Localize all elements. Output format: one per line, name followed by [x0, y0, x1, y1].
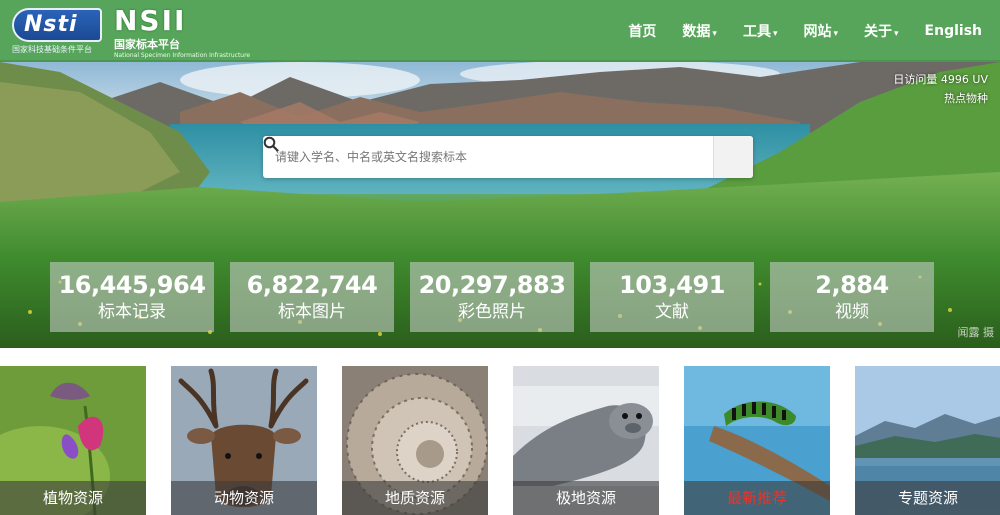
- nsii-logo-subtitle: 国家标本平台: [114, 37, 180, 51]
- counter-videos[interactable]: 2,884 视频: [770, 262, 934, 332]
- nav-data-label: 数据: [682, 24, 711, 40]
- nav-sites-label: 网站: [803, 24, 832, 40]
- nav-home[interactable]: 首页: [628, 21, 656, 41]
- category-label: 最新推荐: [684, 481, 830, 515]
- category-label: 地质资源: [342, 481, 488, 515]
- nav-about-label: 关于: [864, 24, 893, 40]
- category-label: 植物资源: [0, 481, 146, 515]
- category-label: 专题资源: [855, 481, 1000, 515]
- search-icon: [263, 136, 279, 152]
- daily-visits: 日访问量 4996 UV: [893, 73, 988, 86]
- category-latest[interactable]: 最新推荐: [684, 366, 830, 515]
- counter-row: 16,445,964 标本记录 6,822,744 标本图片 20,297,88…: [50, 262, 934, 332]
- nav-data[interactable]: 数据 ▾: [682, 21, 717, 41]
- nav-english[interactable]: English: [925, 23, 982, 39]
- nsii-logo[interactable]: NSII 国家标本平台 National Specimen Informatio…: [114, 3, 250, 59]
- counter-label: 视频: [835, 302, 869, 322]
- nsti-logo-subtitle: 国家科技基础条件平台: [12, 44, 92, 54]
- hero-banner: 日访问量 4996 UV 热点物种 16,445,964 标本记录 6,822,…: [0, 62, 1000, 348]
- category-plants[interactable]: 植物资源: [0, 366, 146, 515]
- search-button[interactable]: [263, 136, 753, 178]
- nsti-logo-mark: Nsti: [12, 7, 102, 42]
- caret-down-icon: ▾: [712, 29, 717, 39]
- category-animals[interactable]: 动物资源: [171, 366, 317, 515]
- site-stats: 日访问量 4996 UV 热点物种: [893, 70, 988, 108]
- category-label: 极地资源: [513, 481, 659, 515]
- hot-species-link[interactable]: 热点物种: [893, 89, 988, 108]
- photo-credit: 闻露 摄: [957, 326, 995, 339]
- nsti-logo[interactable]: Nsti 国家科技基础条件平台: [12, 6, 104, 56]
- nav-tools-label: 工具: [742, 24, 771, 40]
- nav-english-label: English: [924, 23, 982, 39]
- counter-value: 20,297,883: [418, 271, 566, 299]
- search-box: [263, 136, 753, 178]
- page: Nsti 国家科技基础条件平台 NSII 国家标本平台 National Spe…: [0, 0, 1000, 515]
- caret-down-icon: ▾: [894, 29, 899, 39]
- logo-group[interactable]: Nsti 国家科技基础条件平台 NSII 国家标本平台 National Spe…: [12, 3, 250, 59]
- counter-label: 彩色照片: [458, 302, 526, 322]
- counter-color-photos[interactable]: 20,297,883 彩色照片: [410, 262, 574, 332]
- nsii-logo-english: National Specimen Information Infrastruc…: [114, 51, 251, 59]
- nav-about[interactable]: 关于 ▾: [864, 21, 899, 41]
- nav-sites[interactable]: 网站 ▾: [803, 21, 838, 41]
- nav-tools[interactable]: 工具 ▾: [743, 21, 778, 41]
- nsii-logo-mark: NSII: [114, 3, 187, 37]
- counter-label: 文献: [655, 302, 689, 322]
- top-header: Nsti 国家科技基础条件平台 NSII 国家标本平台 National Spe…: [0, 0, 1000, 62]
- counter-value: 2,884: [815, 271, 889, 299]
- category-label: 动物资源: [171, 481, 317, 515]
- counter-value: 6,822,744: [246, 271, 378, 299]
- caret-down-icon: ▾: [772, 29, 778, 39]
- category-polar[interactable]: 极地资源: [513, 366, 659, 515]
- main-nav: 首页 数据 ▾ 工具 ▾ 网站 ▾ 关于 ▾ English: [628, 0, 982, 62]
- category-geology[interactable]: 地质资源: [342, 366, 488, 515]
- counter-specimen-images[interactable]: 6,822,744 标本图片: [230, 262, 394, 332]
- category-topics[interactable]: 专题资源: [855, 366, 1000, 515]
- counter-literature[interactable]: 103,491 文献: [590, 262, 754, 332]
- counter-label: 标本图片: [278, 302, 346, 322]
- counter-specimen-records[interactable]: 16,445,964 标本记录: [50, 262, 214, 332]
- caret-down-icon: ▾: [833, 29, 839, 39]
- counter-value: 103,491: [619, 271, 725, 299]
- nav-home-label: 首页: [628, 24, 657, 40]
- counter-value: 16,445,964: [58, 271, 206, 299]
- search-input[interactable]: [263, 136, 713, 178]
- category-tiles: 植物资源 动物资源 地质资源 极地资源 最新推荐 专题资源: [0, 366, 1000, 515]
- counter-label: 标本记录: [98, 302, 166, 322]
